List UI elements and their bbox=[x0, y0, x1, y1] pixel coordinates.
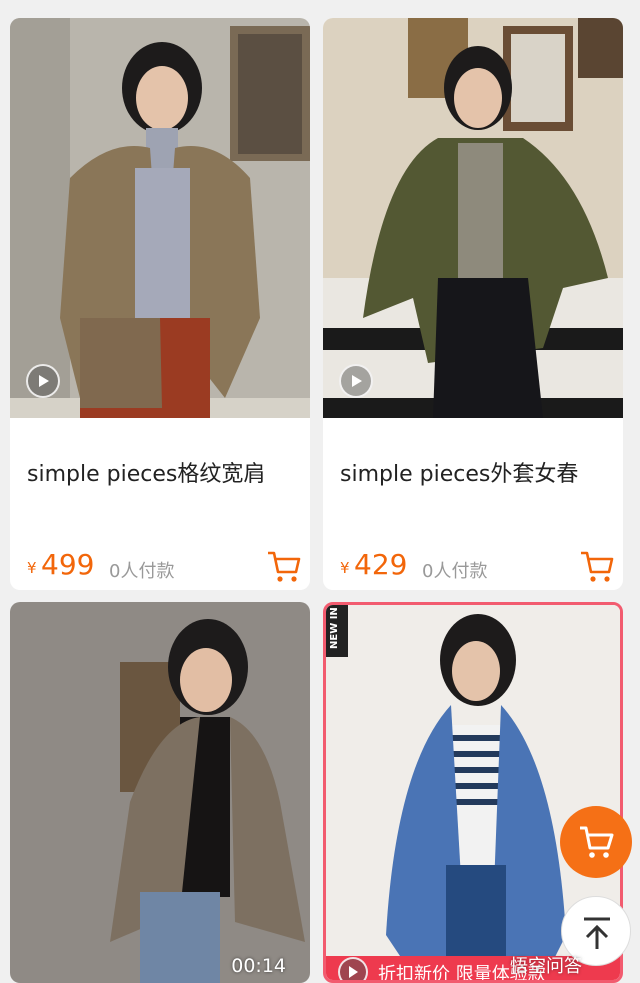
product-price: 499 bbox=[41, 548, 95, 581]
product-photo[interactable] bbox=[323, 18, 623, 418]
video-play-icon[interactable] bbox=[26, 364, 60, 398]
product-price: 429 bbox=[354, 548, 408, 581]
product-photo[interactable]: 00:14 bbox=[10, 602, 310, 983]
video-play-icon[interactable] bbox=[339, 364, 373, 398]
new-in-badge: NEW IN bbox=[326, 605, 348, 657]
cart-icon[interactable] bbox=[579, 550, 615, 584]
product-photo[interactable] bbox=[10, 18, 310, 418]
price-row: ¥ 429 0人付款 bbox=[340, 548, 615, 588]
product-title[interactable]: simple pieces格纹宽肩 bbox=[27, 456, 302, 488]
product-grid: simple pieces格纹宽肩 ¥ 499 0人付款 simple piec… bbox=[0, 0, 640, 983]
video-duration: 00:14 bbox=[231, 955, 286, 977]
paid-count: 0人付款 bbox=[109, 561, 175, 582]
price-row: ¥ 499 0人付款 bbox=[27, 548, 302, 588]
paid-count: 0人付款 bbox=[422, 561, 488, 582]
currency-symbol: ¥ bbox=[340, 559, 350, 577]
product-title[interactable]: simple pieces外套女春 bbox=[340, 456, 615, 488]
floating-cart-button[interactable] bbox=[560, 806, 632, 878]
product-card[interactable]: simple pieces外套女春 ¥ 429 0人付款 bbox=[323, 18, 623, 590]
currency-symbol: ¥ bbox=[27, 559, 37, 577]
video-play-icon[interactable] bbox=[338, 957, 368, 980]
cart-icon bbox=[580, 826, 614, 850]
watermark-text: 悟空问答 bbox=[510, 956, 582, 977]
new-in-label: NEW IN bbox=[329, 607, 340, 649]
product-card[interactable]: simple pieces格纹宽肩 ¥ 499 0人付款 bbox=[10, 18, 310, 590]
product-card[interactable]: 00:14 bbox=[10, 602, 310, 983]
cart-icon[interactable] bbox=[266, 550, 302, 584]
